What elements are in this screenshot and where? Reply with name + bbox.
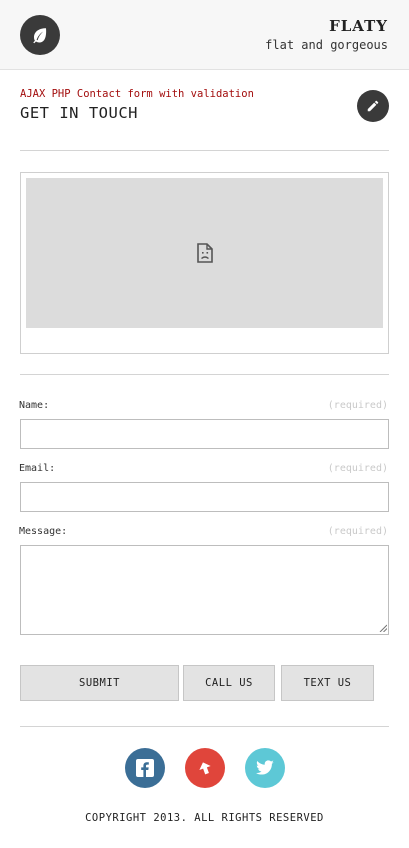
page-title: GET IN TOUCH [20, 104, 138, 122]
divider [20, 374, 389, 375]
brand-tagline: flat and gorgeous [265, 38, 388, 52]
map-frame [20, 172, 389, 354]
message-textarea[interactable] [20, 545, 389, 635]
logo[interactable] [20, 15, 60, 55]
map-embed[interactable] [26, 178, 383, 328]
email-required-hint: (required) [327, 463, 388, 474]
scroll-top-button[interactable] [185, 748, 225, 788]
name-input[interactable] [20, 419, 389, 449]
pencil-icon [367, 100, 379, 112]
call-us-button[interactable]: CALL US [183, 665, 275, 701]
broken-image-icon [196, 243, 213, 263]
twitter-button[interactable] [245, 748, 285, 788]
message-required-hint: (required) [327, 526, 388, 537]
edit-button[interactable] [357, 90, 389, 122]
resize-grip-icon[interactable] [379, 624, 387, 632]
twitter-icon [256, 760, 274, 775]
divider [20, 726, 389, 727]
arrow-up-icon [199, 762, 211, 775]
copyright-text: COPYRIGHT 2013. ALL RIGHTS RESERVED [85, 812, 324, 824]
submit-button[interactable]: SUBMIT [20, 665, 179, 701]
message-label: Message: [19, 526, 68, 537]
facebook-icon [136, 759, 154, 777]
site-header: FLATY flat and gorgeous [0, 0, 409, 70]
divider [20, 150, 389, 151]
text-us-button[interactable]: TEXT US [281, 665, 374, 701]
email-input[interactable] [20, 482, 389, 512]
brand: FLATY flat and gorgeous [265, 17, 388, 52]
leaf-icon [33, 28, 47, 44]
name-label: Name: [19, 400, 50, 411]
email-label: Email: [19, 463, 56, 474]
facebook-button[interactable] [125, 748, 165, 788]
page-subtitle: AJAX PHP Contact form with validation [20, 88, 254, 100]
brand-name: FLATY [329, 17, 388, 35]
name-required-hint: (required) [327, 400, 388, 411]
